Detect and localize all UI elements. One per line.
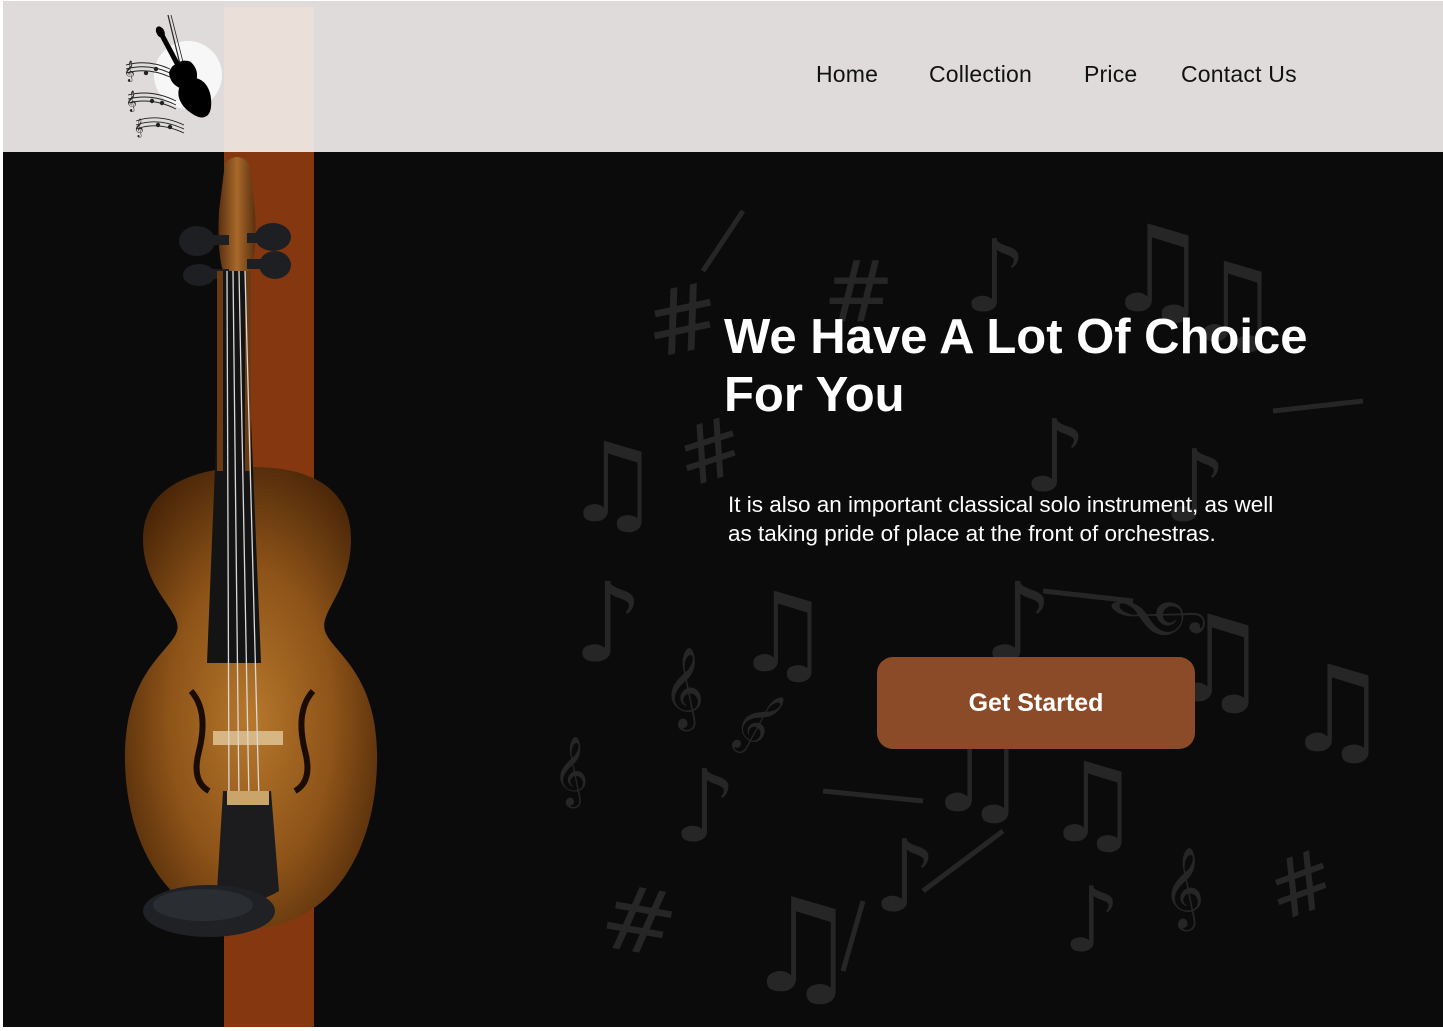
svg-text:𝄞: 𝄞 (126, 91, 137, 112)
violin-image (124, 157, 378, 937)
svg-text:♪: ♪ (673, 748, 737, 865)
svg-text:#: # (635, 262, 731, 380)
nav-contact-us[interactable]: Contact Us (1181, 61, 1297, 93)
hero-headline: We Have A Lot Of Choice For You (724, 308, 1364, 424)
svg-text:𝄞: 𝄞 (553, 736, 588, 808)
svg-text:♪: ♪ (873, 818, 937, 935)
svg-text:𝄞: 𝄞 (1163, 846, 1204, 931)
violin-music-notes-logo-icon[interactable]: 𝄞 𝄞 𝄞 (118, 13, 230, 139)
svg-text:♫: ♫ (1283, 641, 1391, 780)
get-started-button[interactable]: Get Started (877, 657, 1195, 749)
svg-text:♫: ♫ (743, 870, 860, 1021)
nav-home[interactable]: Home (816, 61, 878, 93)
svg-text:♪: ♪ (573, 559, 643, 687)
svg-text:#: # (1254, 830, 1349, 940)
landing-page: 𝄞 𝄞 𝄞 Home Collection Price Contact Us #… (3, 1, 1443, 1027)
svg-text:♫: ♫ (563, 419, 662, 547)
svg-text:𝄞: 𝄞 (663, 646, 704, 731)
svg-text:𝄞: 𝄞 (134, 118, 143, 138)
svg-text:𝄞: 𝄞 (124, 61, 135, 82)
nav-collection[interactable]: Collection (929, 61, 1032, 93)
svg-text:♪: ♪ (1063, 868, 1120, 973)
hero-headline-line1: We Have A Lot Of Choice (724, 310, 1308, 364)
hero-description: It is also an important classical solo i… (728, 492, 1274, 546)
hero-headline-line2: For You (724, 368, 905, 422)
accent-stripe-top (224, 7, 314, 152)
svg-text:#: # (593, 863, 686, 980)
svg-text:♫: ♫ (733, 569, 832, 697)
nav-price[interactable]: Price (1084, 61, 1137, 93)
svg-text:♫: ♫ (1043, 739, 1142, 867)
